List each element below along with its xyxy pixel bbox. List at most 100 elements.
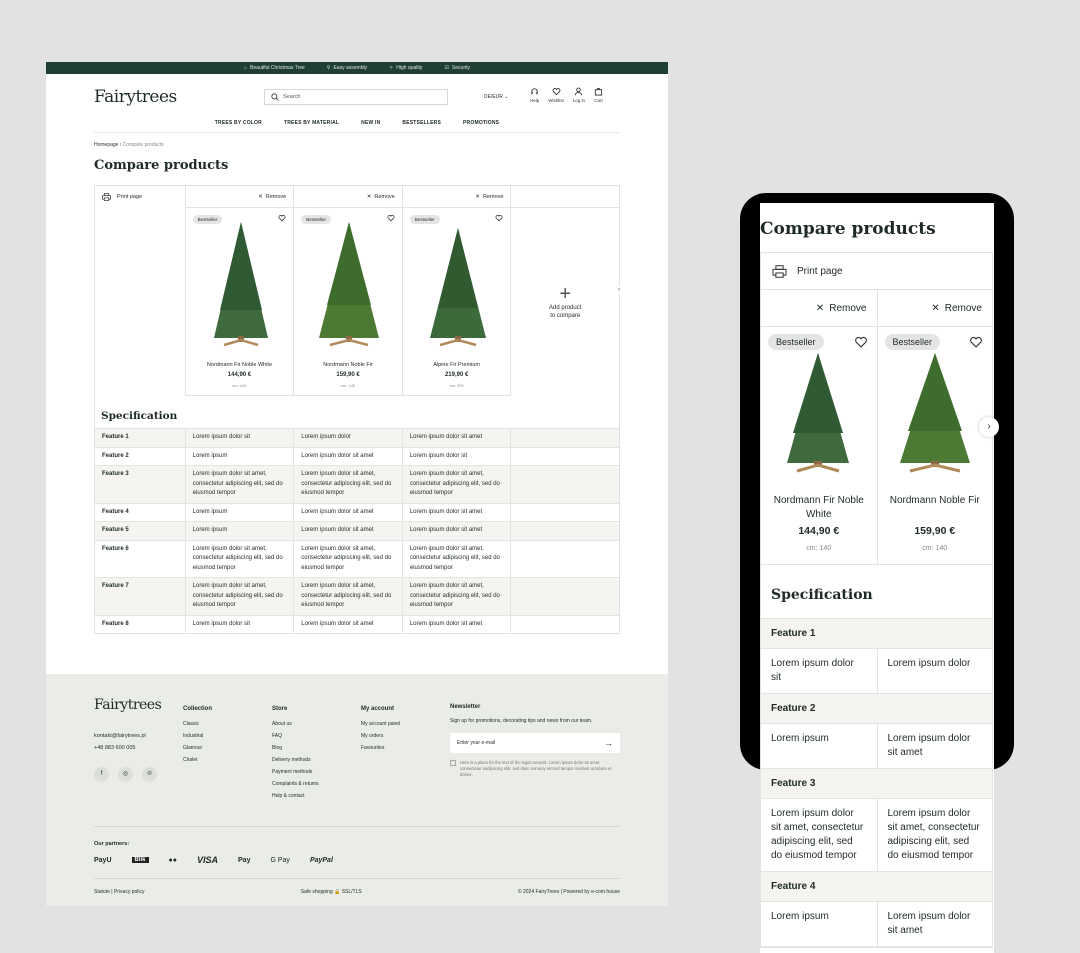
product-price: 219,90 €	[444, 372, 469, 378]
feature-heading: Feature 1	[761, 619, 992, 649]
mobile-remove-button[interactable]: ✕ Remove	[761, 290, 877, 326]
mobile-next-arrow-button[interactable]: ›	[979, 417, 999, 437]
table-row: Feature 8 Lorem ipsum dolor sit Lorem ipsu…	[95, 615, 619, 633]
table-row: Feature 4 Lorem ipsum Lorem ipsum dolor si…	[95, 503, 619, 522]
newsletter-email-input[interactable]: Enter your e-mail →	[450, 733, 620, 753]
footer-link[interactable]: My account panel	[361, 718, 400, 730]
footer-link[interactable]: Complaints & returns	[272, 778, 319, 790]
product-price: 144,90 €	[798, 525, 840, 537]
print-cell: Print page	[95, 186, 185, 396]
product-name[interactable]: Nordmann Noble Fir	[882, 494, 989, 508]
remove-button[interactable]: ✕ Remove	[402, 186, 511, 208]
cart-button[interactable]: Cart	[594, 87, 603, 103]
product-image[interactable]	[892, 351, 978, 475]
apple-pay-logo: Pay	[238, 856, 251, 864]
product-price: 159,90 €	[336, 372, 360, 378]
language-selector[interactable]: DE/EUR ⌄	[484, 94, 509, 100]
product-name[interactable]: Alpine Fir Premium	[403, 362, 511, 368]
footer-link[interactable]: My orders	[361, 730, 400, 742]
next-arrow-button[interactable]: ›	[615, 286, 624, 294]
partners-label: Our partners:	[94, 841, 130, 847]
heart-icon[interactable]	[387, 214, 395, 222]
print-button[interactable]: Print page	[95, 186, 185, 208]
bestseller-badge: Bestseller	[768, 334, 824, 350]
facebook-icon[interactable]: f	[94, 767, 109, 782]
nav-new-in[interactable]: NEW IN	[361, 120, 380, 132]
footer-link[interactable]: Glamour	[183, 742, 212, 754]
close-icon: ✕	[366, 193, 372, 200]
footer-link[interactable]: Classic	[183, 718, 212, 730]
product-size: cm: 140	[232, 383, 247, 388]
printer-icon	[102, 193, 111, 201]
product-image[interactable]	[775, 351, 861, 475]
product-name[interactable]: Nordmann Fir Noble White	[186, 362, 294, 368]
add-product-column: + Add product to compare ›	[510, 186, 624, 396]
footer-link[interactable]: Favourites	[361, 742, 400, 754]
heart-icon[interactable]	[495, 214, 503, 222]
mobile-compare-table: Print page ✕ Remove ✕ Remove Bestseller No…	[760, 252, 993, 948]
product-image[interactable]	[423, 220, 493, 350]
heart-icon[interactable]	[969, 335, 983, 349]
instagram-icon[interactable]: ◎	[118, 767, 133, 782]
product-name[interactable]: Nordmann Noble Fir	[294, 362, 402, 368]
nav-trees-by-color[interactable]: TREES BY COLOR	[215, 120, 262, 132]
contact-email[interactable]: kontakt@fairytrees.pl	[94, 730, 146, 742]
product-size: cm: 140	[806, 545, 832, 552]
product-image[interactable]	[314, 220, 384, 350]
statute-link[interactable]: Statute	[94, 889, 110, 895]
search-placeholder: Search	[283, 94, 301, 100]
footer-link[interactable]: Blog	[272, 742, 319, 754]
footer-logo[interactable]: Fairytrees	[94, 697, 162, 713]
footer-link[interactable]: Payment methods	[272, 766, 319, 778]
search-input[interactable]: Search	[264, 89, 448, 105]
topbar-item: ⌂ Beautiful Christmas Tree	[244, 65, 305, 71]
remove-button[interactable]: ✕ Remove	[294, 186, 402, 208]
nav-bestsellers[interactable]: BESTSELLERS	[402, 120, 441, 132]
desktop-page: ⌂ Beautiful Christmas Tree ⚲ Easy assemb…	[46, 62, 668, 906]
product-column: ✕ Remove Bestseller Nordmann Noble Fir 15…	[293, 186, 402, 396]
consent-checkbox[interactable]: Here is a place for the text of the lega…	[450, 760, 620, 778]
breadcrumb-home[interactable]: Homepage	[94, 142, 118, 148]
footer-link[interactable]: FAQ	[272, 730, 319, 742]
privacy-link[interactable]: Privacy policy	[114, 889, 145, 895]
footer-store: Store About us FAQ Blog Delivery methods…	[272, 703, 319, 802]
contact-phone[interactable]: +48 883 600 005	[94, 742, 146, 754]
header: Fairytrees Search DE/EUR ⌄ Help Wishlist…	[94, 87, 620, 115]
add-product-button[interactable]: + Add product to compare	[511, 208, 619, 396]
mobile-product-card: Bestseller Nordmann Noble Fir 159,90 € c…	[876, 327, 993, 564]
table-row: Feature 5 Lorem ipsum Lorem ipsum dolor si…	[95, 522, 619, 541]
footer-link[interactable]: Chalet	[183, 754, 212, 766]
footer-link[interactable]: About us	[272, 718, 319, 730]
footer-link[interactable]: Help & contact	[272, 790, 319, 802]
mobile-screen: Compare products Print page ✕ Remove ✕ Rem…	[760, 203, 994, 953]
feature-heading: Feature 3	[761, 769, 992, 799]
mobile-remove-button[interactable]: ✕ Remove	[876, 290, 993, 326]
visa-logo: VISA	[197, 855, 219, 865]
product-image[interactable]	[206, 220, 276, 350]
remove-button[interactable]: ✕ Remove	[185, 186, 294, 208]
footer-link[interactable]: Industrial	[183, 730, 212, 742]
top-bar: ⌂ Beautiful Christmas Tree ⚲ Easy assemb…	[46, 62, 668, 74]
cart-icon	[594, 87, 603, 96]
close-icon: ✕	[815, 302, 825, 314]
mobile-print-button[interactable]: Print page	[761, 253, 992, 290]
pinterest-icon[interactable]: ℗	[142, 767, 157, 782]
footer-collection: Collection Classic Industrial Glamour Ch…	[183, 703, 212, 766]
table-row: Lorem ipsum Lorem ipsum dolor sit amet	[761, 902, 992, 947]
nav-trees-by-material[interactable]: TREES BY MATERIAL	[284, 120, 339, 132]
nav-promotions[interactable]: PROMOTIONS	[463, 120, 499, 132]
heart-icon[interactable]	[278, 214, 286, 222]
arrow-right-icon[interactable]: →	[604, 739, 613, 748]
heart-icon[interactable]	[854, 335, 868, 349]
logo[interactable]: Fairytrees	[94, 87, 177, 107]
printer-icon	[772, 264, 787, 278]
table-row: Lorem ipsum dolor sit Lorem ipsum dolor	[761, 649, 992, 694]
close-icon: ✕	[931, 302, 940, 314]
mastercard-logo: ●●	[168, 856, 177, 864]
wishlist-button[interactable]: Wishlist	[548, 87, 564, 103]
footer-link[interactable]: Delivery methods	[272, 754, 319, 766]
login-button[interactable]: Log in	[573, 87, 585, 103]
help-button[interactable]: Help	[530, 87, 539, 103]
main-nav: TREES BY COLOR TREES BY MATERIAL NEW IN …	[94, 120, 620, 133]
product-name[interactable]: Nordmann Fir Noble White	[765, 494, 873, 522]
